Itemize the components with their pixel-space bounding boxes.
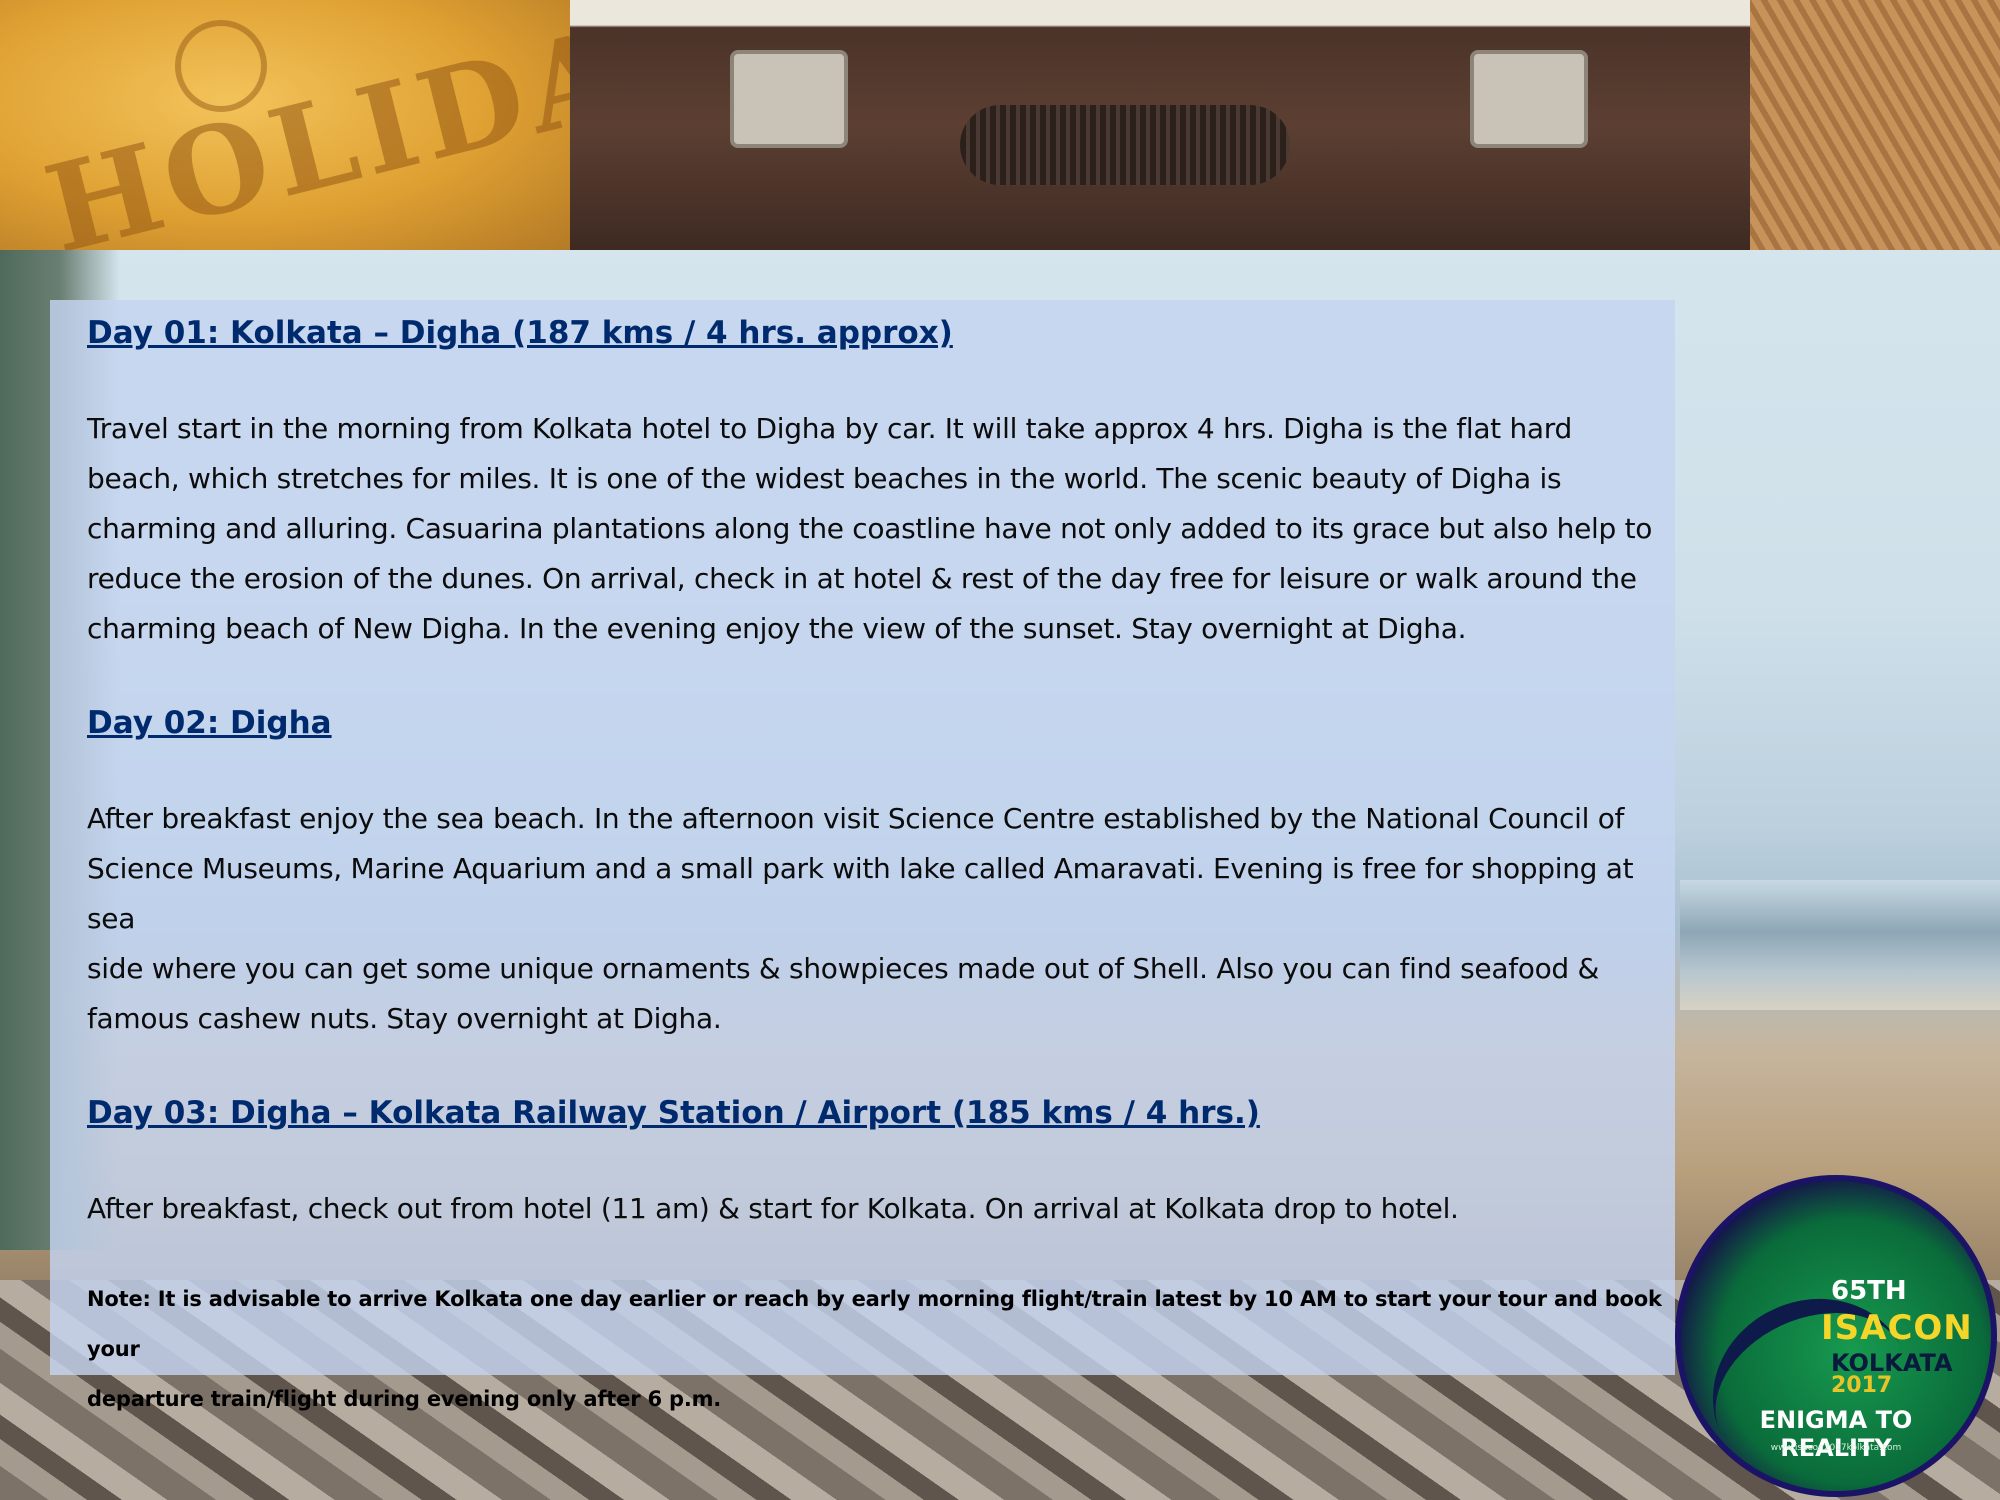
day-02-line: After breakfast enjoy the sea beach. In …: [87, 802, 1625, 835]
holiday-sand-text: HOLIDAY: [33, 0, 570, 250]
day-01-line: Travel start in the morning from Kolkata…: [87, 412, 1572, 445]
day-01-line: beach, which stretches for miles. It is …: [87, 462, 1562, 495]
note-line: Note: It is advisable to arrive Kolkata …: [87, 1287, 1662, 1361]
straw-bag-image: [1750, 0, 2000, 250]
day-01-heading: Day 01: Kolkata – Digha (187 kms / 4 hrs…: [87, 315, 953, 351]
day-02-heading: Day 02: Digha: [87, 705, 332, 741]
suitcase-lock-icon: [1470, 50, 1588, 148]
itinerary-content: Day 01: Kolkata – Digha (187 kms / 4 hrs…: [87, 304, 1662, 1424]
day-01-line: charming beach of New Digha. In the even…: [87, 612, 1467, 645]
note-line: departure train/flight during evening on…: [87, 1387, 722, 1411]
holiday-sand-image: HOLIDAY: [0, 0, 570, 250]
logo-name: ISACON: [1821, 1308, 1973, 1348]
logo-tagline: ENIGMA TO REALITY: [1759, 1406, 1913, 1462]
suitcase-handle-icon: [960, 105, 1290, 185]
day-01-line: reduce the erosion of the dunes. On arri…: [87, 562, 1637, 595]
logo-ordinal: 65TH: [1831, 1276, 1907, 1306]
day-03-heading: Day 03: Digha – Kolkata Railway Station …: [87, 1095, 1260, 1131]
day-02-line: side where you can get some unique ornam…: [87, 952, 1600, 985]
day-03-line: After breakfast, check out from hotel (1…: [87, 1192, 1459, 1225]
sea-photo: [1680, 880, 2000, 1010]
day-01-line: charming and alluring. Casuarina plantat…: [87, 512, 1653, 545]
day-02-line: Science Museums, Marine Aquarium and a s…: [87, 852, 1634, 935]
suitcase-image: [570, 0, 1750, 250]
day-02-line: famous cashew nuts. Stay overnight at Di…: [87, 1002, 722, 1035]
logo-url: www.isacon2017kolkata.com: [1770, 1443, 1902, 1453]
isacon-logo: 65TH ISACON KOLKATA 2017 ENIGMA TO REALI…: [1675, 1175, 1997, 1497]
logo-year: 2017: [1831, 1373, 1893, 1398]
suitcase-lock-icon: [730, 50, 848, 148]
